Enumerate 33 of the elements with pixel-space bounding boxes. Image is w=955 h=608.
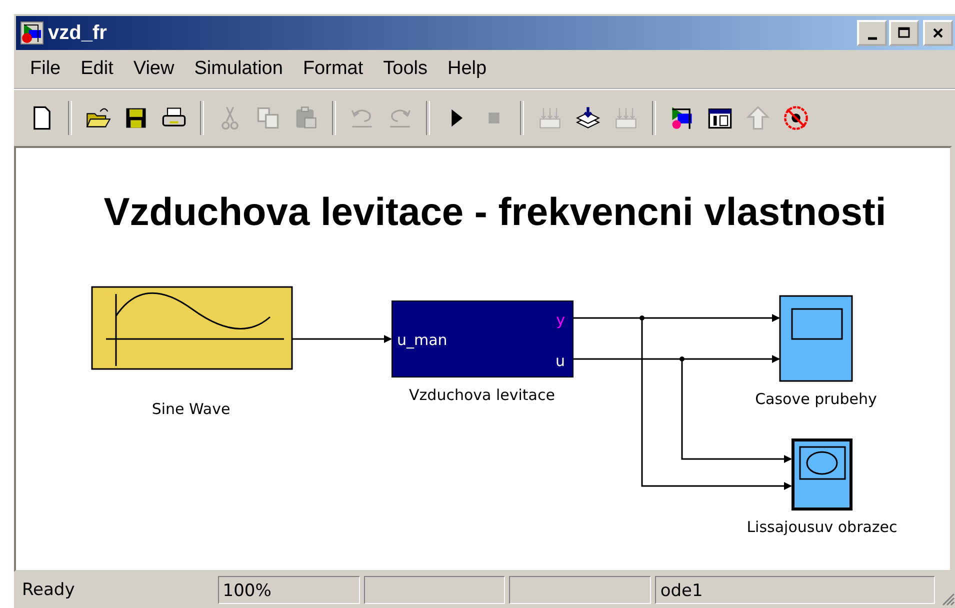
scope-block[interactable] — [779, 295, 853, 382]
maximize-icon — [897, 26, 911, 40]
minimize-icon — [868, 36, 876, 40]
up-icon — [745, 105, 771, 131]
diagram-title: Vzduchova levitace - frekvencni vlastnosti — [104, 191, 886, 234]
menu-item[interactable]: Simulation — [184, 58, 293, 80]
port-label: u — [555, 352, 565, 370]
menu-item[interactable]: Tools — [373, 58, 438, 80]
block-label: Sine Wave — [152, 400, 230, 418]
minimize-button[interactable] — [857, 20, 887, 46]
block-label: Lissajousuv obrazec — [746, 518, 898, 536]
menu-item[interactable]: Format — [292, 58, 374, 80]
solver-name: ode1 — [655, 576, 935, 604]
status-message: Ready — [21, 579, 76, 602]
port-label: y — [556, 311, 565, 329]
block-label: Vzduchova levitace — [409, 386, 555, 404]
maximize-button[interactable] — [889, 20, 919, 46]
model-icon — [20, 21, 44, 45]
block-label: Casove prubehy — [755, 390, 877, 408]
debug-icon — [783, 105, 809, 131]
sine-wave-block[interactable] — [91, 286, 293, 370]
close-icon — [931, 26, 945, 40]
menu-item[interactable]: Edit — [70, 58, 124, 80]
menu-item[interactable]: File — [20, 58, 71, 80]
xy-graph-block[interactable] — [792, 438, 852, 510]
close-button[interactable] — [923, 20, 953, 46]
window-title: vzd_fr — [48, 22, 107, 44]
zoom-level: 100% — [218, 576, 360, 604]
port-label: u_man — [397, 331, 448, 349]
menu-item[interactable]: Help — [437, 58, 497, 80]
update-icon — [575, 105, 601, 131]
menu-item[interactable]: View — [123, 58, 184, 80]
copy-icon — [255, 105, 281, 131]
